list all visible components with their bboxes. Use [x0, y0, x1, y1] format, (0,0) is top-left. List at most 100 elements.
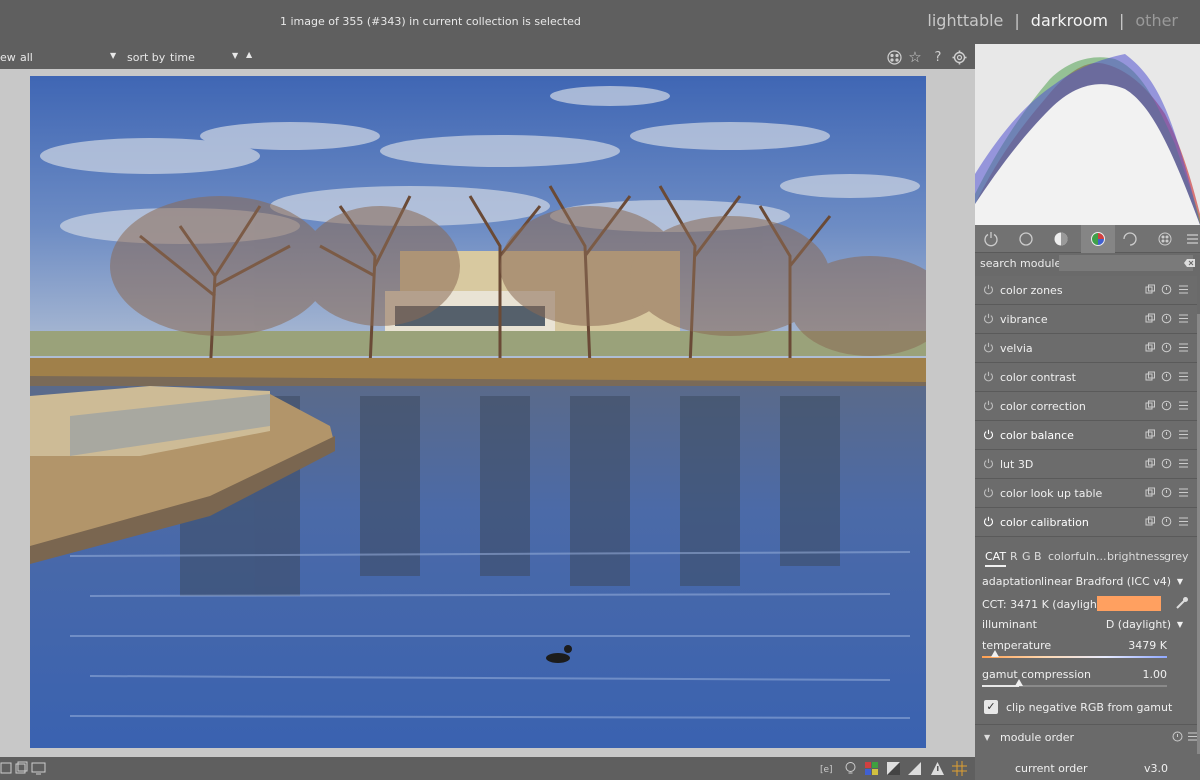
tone-icon[interactable] [1053, 231, 1069, 247]
guides-icon[interactable] [952, 761, 967, 776]
histogram[interactable] [975, 44, 1200, 226]
softproof-icon[interactable] [886, 761, 901, 776]
temperature-slider-handle[interactable] [990, 650, 999, 657]
reset-icon[interactable] [1172, 731, 1183, 742]
tab-r[interactable]: R [1010, 550, 1018, 563]
module-row[interactable]: color zones [975, 276, 1197, 305]
power-icon[interactable] [983, 400, 994, 411]
module-row[interactable]: color contrast [975, 363, 1197, 392]
presets-icon[interactable] [1178, 313, 1189, 324]
layers-icon[interactable] [14, 761, 29, 776]
module-row[interactable]: color look up table [975, 479, 1197, 508]
multi-instance-icon[interactable] [1145, 342, 1156, 353]
power-icon[interactable] [983, 516, 994, 527]
power-icon[interactable] [983, 429, 994, 440]
view-other[interactable]: other [1135, 11, 1178, 30]
multi-instance-icon[interactable] [1145, 429, 1156, 440]
help-icon[interactable]: ? [930, 49, 946, 65]
image-canvas[interactable] [0, 69, 975, 757]
multi-instance-icon[interactable] [1145, 400, 1156, 411]
clear-search-icon[interactable] [1184, 257, 1196, 269]
presets-icon[interactable] [1178, 371, 1189, 382]
presets-icon[interactable] [1178, 400, 1189, 411]
correct-icon[interactable] [1122, 231, 1138, 247]
effects-icon[interactable] [1157, 231, 1173, 247]
multi-instance-icon[interactable] [1145, 516, 1156, 527]
tab-grey[interactable]: grey [1164, 550, 1189, 563]
presets-icon[interactable] [1178, 516, 1189, 527]
module-row[interactable]: lut 3D [975, 450, 1197, 479]
gamut-check-icon[interactable] [907, 761, 922, 776]
presets-icon[interactable] [1178, 458, 1189, 469]
reset-icon[interactable] [1161, 400, 1172, 411]
monitor-icon[interactable] [31, 761, 46, 776]
cct-row: CCT: 3471 K (daylight) [982, 596, 1188, 611]
reset-icon[interactable] [1161, 342, 1172, 353]
power-icon[interactable] [983, 342, 994, 353]
reset-icon[interactable] [1161, 429, 1172, 440]
tab-g[interactable]: G [1022, 550, 1031, 563]
menu-icon[interactable] [1184, 231, 1200, 247]
tab-cat[interactable]: CAT [985, 550, 1007, 567]
gamut-slider-handle[interactable] [1015, 679, 1023, 686]
star-icon[interactable]: ☆ [907, 48, 923, 66]
presets-icon[interactable] [1178, 487, 1189, 498]
view-darkroom[interactable]: darkroom [1031, 11, 1108, 30]
photo-preview[interactable] [30, 76, 926, 748]
collapse-icon[interactable]: ▼ [984, 733, 990, 742]
reset-icon[interactable] [1161, 516, 1172, 527]
multi-instance-icon[interactable] [1145, 487, 1156, 498]
grid-icon[interactable] [0, 761, 15, 776]
power-icon[interactable] [983, 458, 994, 469]
multi-instance-icon[interactable] [1145, 458, 1156, 469]
sort-order-icon[interactable]: ▲ [246, 50, 252, 59]
presets-icon[interactable] [1178, 342, 1189, 353]
power-icon[interactable] [983, 487, 994, 498]
eyedropper-icon[interactable] [1175, 596, 1189, 613]
view-lighttable[interactable]: lighttable [927, 11, 1003, 30]
reset-icon[interactable] [1161, 487, 1172, 498]
multi-instance-icon[interactable] [1145, 371, 1156, 382]
raw-overexposed-icon[interactable]: [e] [820, 761, 835, 776]
reset-icon[interactable] [1161, 313, 1172, 324]
color-labels-icon[interactable] [886, 49, 902, 65]
temperature-slider[interactable] [982, 650, 1167, 658]
chevron-down-icon[interactable]: ▼ [110, 51, 116, 60]
multi-instance-icon[interactable] [1145, 284, 1156, 295]
module-row[interactable]: color correction [975, 392, 1197, 421]
tab-brightness[interactable]: brightness [1107, 550, 1165, 563]
module-order-title[interactable]: module order [1000, 731, 1074, 744]
presets-icon[interactable] [1178, 429, 1189, 440]
warning-icon[interactable] [930, 761, 945, 776]
lightbulb-icon[interactable] [843, 761, 858, 776]
chevron-down-icon[interactable]: ▼ [232, 51, 238, 60]
module-row[interactable]: color balance [975, 421, 1197, 450]
view-filter-select[interactable]: all [20, 51, 33, 64]
multi-instance-icon[interactable] [1145, 313, 1156, 324]
module-row[interactable]: color calibration [975, 508, 1197, 537]
tab-b[interactable]: B [1034, 550, 1042, 563]
adaptation-row[interactable]: adaptation linear Bradford (ICC v4) ▼ [982, 575, 1183, 588]
color-group-tab[interactable] [1081, 225, 1115, 253]
color-assessment-icon[interactable] [864, 761, 879, 776]
module-row[interactable]: vibrance [975, 305, 1197, 334]
clip-negative-checkbox[interactable]: ✓ [984, 700, 998, 714]
reset-icon[interactable] [1161, 458, 1172, 469]
search-input[interactable] [1059, 255, 1193, 271]
circle-icon[interactable] [1018, 231, 1034, 247]
power-icon[interactable] [983, 231, 999, 247]
module-row[interactable]: velvia [975, 334, 1197, 363]
presets-icon[interactable] [1178, 284, 1189, 295]
sort-select[interactable]: time [170, 51, 195, 64]
illuminant-color-swatch[interactable] [1097, 596, 1161, 611]
reset-icon[interactable] [1161, 284, 1172, 295]
power-icon[interactable] [983, 371, 994, 382]
reset-icon[interactable] [1161, 371, 1172, 382]
view-filter-label: ew [0, 51, 16, 64]
illuminant-row[interactable]: illuminant D (daylight) ▼ [982, 618, 1183, 631]
tab-colorfulness[interactable]: colorfuln... [1048, 550, 1106, 563]
gamut-slider[interactable] [982, 679, 1167, 687]
power-icon[interactable] [983, 284, 994, 295]
gear-icon[interactable] [951, 49, 967, 65]
power-icon[interactable] [983, 313, 994, 324]
